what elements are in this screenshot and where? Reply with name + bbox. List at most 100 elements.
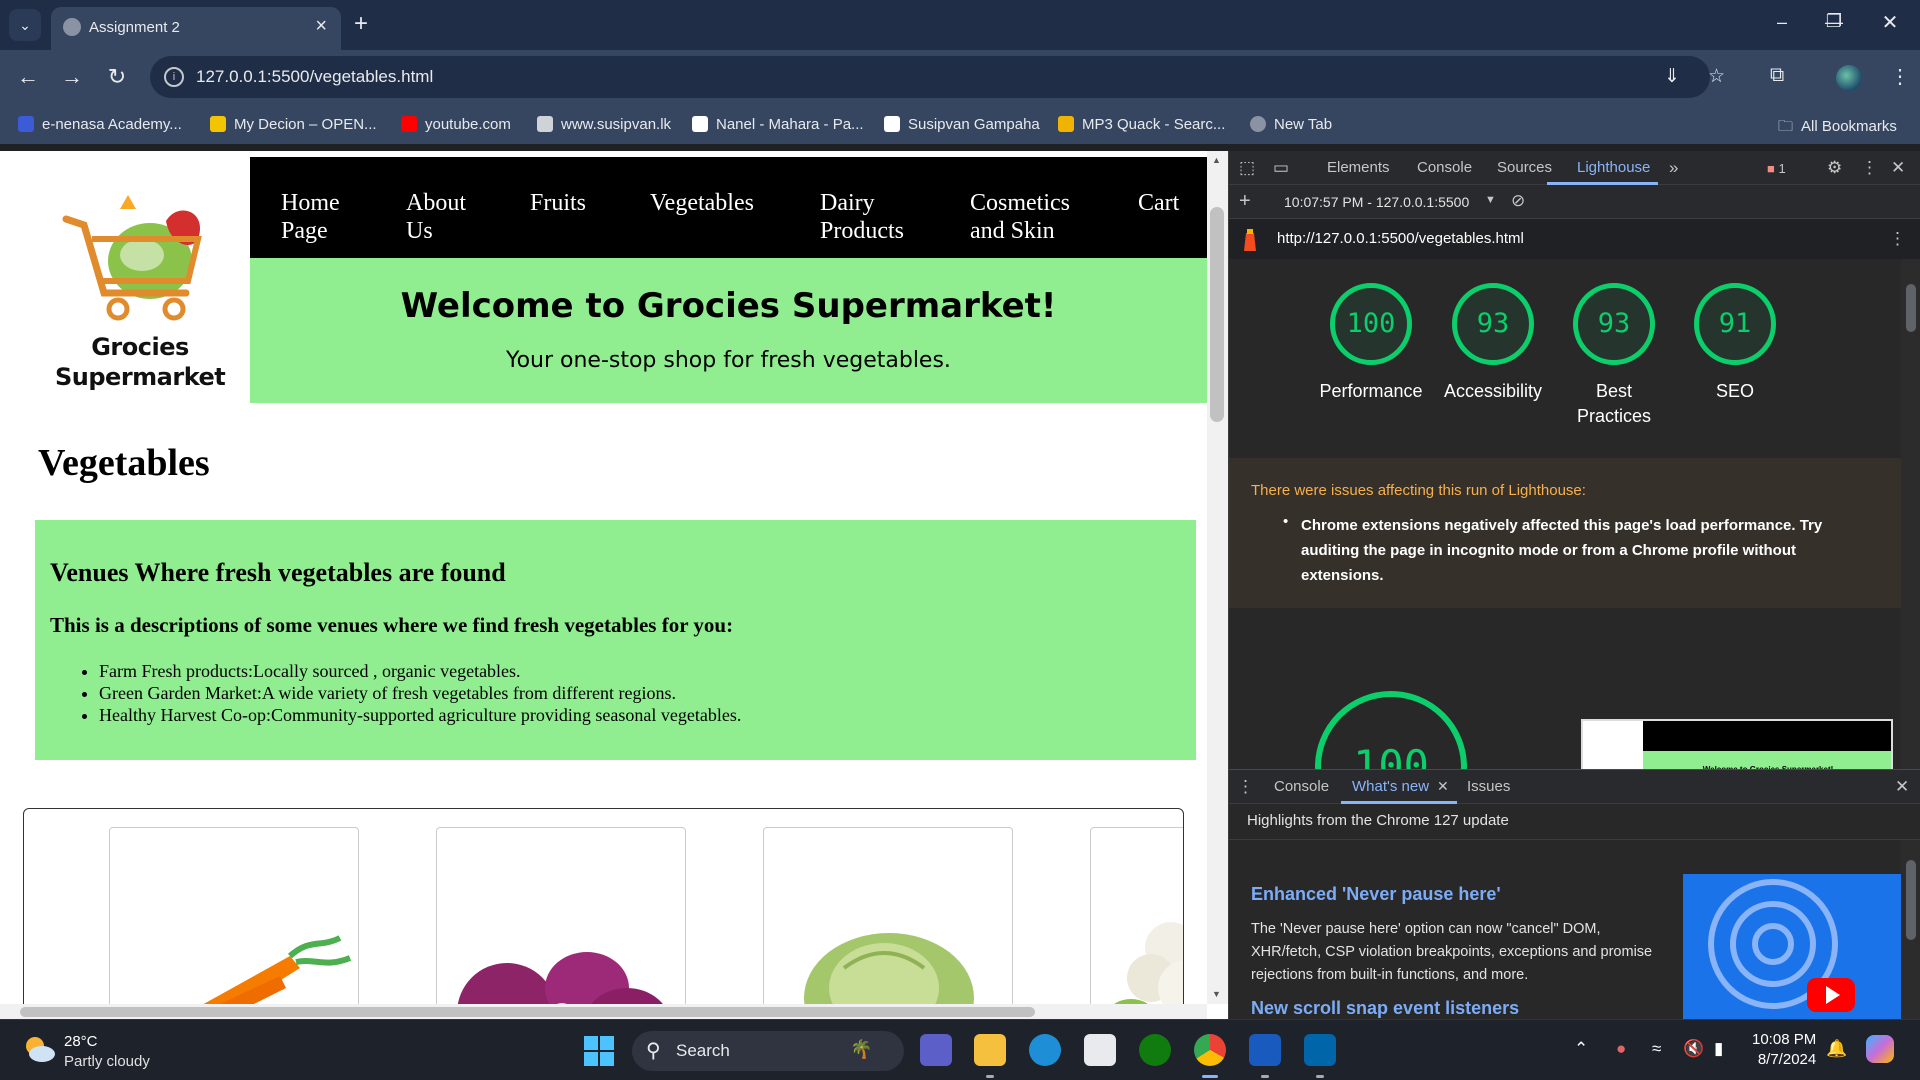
issues-icon[interactable]: ■ 1 — [1767, 161, 1786, 176]
restore-icon[interactable]: ❐ — [1822, 11, 1846, 32]
tab-search-button[interactable]: ⌄ — [9, 9, 41, 41]
report-selector[interactable]: 10:07:57 PM - 127.0.0.1:5500 — [1284, 194, 1469, 210]
word-icon[interactable] — [1249, 1034, 1281, 1066]
browser-tab[interactable]: Assignment 2 × — [51, 7, 341, 50]
tab-console[interactable]: Console — [1417, 159, 1472, 176]
whats-new-heading-1[interactable]: Enhanced 'Never pause here' — [1251, 884, 1501, 905]
site-info-icon[interactable]: i — [164, 67, 184, 87]
minimize-icon[interactable]: – — [1770, 12, 1794, 33]
close-drawer-icon[interactable]: ✕ — [1895, 777, 1909, 797]
scroll-thumb[interactable] — [1906, 860, 1916, 940]
bookmark-item[interactable]: Susipvan Gampaha — [884, 116, 1040, 133]
product-card-onion[interactable] — [436, 827, 686, 1019]
wifi-icon[interactable]: ≈ — [1652, 1039, 1661, 1059]
more-tabs-icon[interactable]: » — [1669, 158, 1678, 178]
forward-icon[interactable]: → — [58, 64, 86, 90]
bookmark-item[interactable]: Nanel - Mahara - Pa... — [692, 116, 864, 133]
whats-new-heading-2[interactable]: New scroll snap event listeners — [1251, 998, 1519, 1019]
address-bar[interactable]: i 127.0.0.1:5500/vegetables.html ⇓ ☆ — [150, 56, 1725, 98]
product-card-cauliflower[interactable] — [1090, 827, 1183, 1019]
settings-gear-icon[interactable]: ⚙ — [1827, 158, 1842, 178]
inspect-element-icon[interactable]: ⬚ — [1239, 158, 1255, 178]
taskbar-search[interactable]: ⚲ Search 🌴 — [632, 1031, 904, 1071]
new-report-icon[interactable]: + — [1239, 190, 1251, 213]
page-horizontal-scrollbar[interactable] — [0, 1004, 1207, 1019]
drawer-tab-console[interactable]: Console — [1274, 778, 1329, 795]
devtools-menu-icon[interactable]: ⋮ — [1861, 158, 1878, 178]
product-card-cabbage[interactable] — [763, 827, 1013, 1019]
score-performance[interactable]: 100 Performance — [1311, 283, 1431, 404]
nav-vegetables[interactable]: Vegetables — [650, 189, 754, 217]
bookmark-item[interactable]: www.susipvan.lk — [537, 116, 671, 133]
security-warning-icon[interactable]: ● — [1616, 1039, 1626, 1059]
bookmark-item[interactable]: youtube.com — [401, 116, 511, 133]
scroll-thumb[interactable] — [1210, 207, 1224, 422]
system-clock[interactable]: 10:08 PM 8/7/2024 — [1752, 1030, 1816, 1070]
score-accessibility[interactable]: 93 Accessibility — [1433, 283, 1553, 404]
edge-icon[interactable] — [1029, 1034, 1061, 1066]
copilot-icon[interactable] — [1866, 1035, 1894, 1063]
all-bookmarks-button[interactable]: 🗀 All Bookmarks — [1778, 116, 1897, 141]
new-tab-button[interactable]: + — [354, 10, 368, 38]
device-toolbar-icon[interactable]: ▭ — [1273, 158, 1289, 178]
close-tab-icon[interactable]: × — [315, 15, 327, 38]
nav-cosmetics[interactable]: Cosmetics and Skin care — [970, 189, 1100, 245]
bookmark-item[interactable]: e-nenasa Academy... — [18, 116, 182, 133]
bookmark-item[interactable]: My Decion – OPEN... — [210, 116, 377, 133]
whats-new-video-thumbnail[interactable] — [1683, 874, 1903, 1019]
file-explorer-icon[interactable] — [974, 1034, 1006, 1066]
windows-start-icon[interactable] — [584, 1036, 614, 1066]
drawer-tab-whats-new[interactable]: What's new — [1352, 778, 1429, 795]
lighthouse-scrollbar[interactable] — [1901, 259, 1920, 769]
nav-dairy-products[interactable]: Dairy Products — [820, 189, 920, 245]
globe-icon — [63, 18, 81, 36]
report-menu-icon[interactable]: ⋮ — [1889, 229, 1906, 249]
nav-about-us[interactable]: About Us — [406, 189, 486, 245]
extensions-icon[interactable]: ⧉ — [1770, 64, 1784, 87]
back-icon[interactable]: ← — [14, 64, 42, 90]
nav-fruits[interactable]: Fruits — [530, 189, 586, 217]
tab-lighthouse[interactable]: Lighthouse — [1577, 159, 1650, 176]
microsoft-store-icon[interactable] — [1084, 1034, 1116, 1066]
dropdown-caret-icon[interactable]: ▼ — [1485, 194, 1496, 206]
scroll-thumb[interactable] — [1906, 284, 1916, 332]
app-copilot-icon[interactable] — [920, 1034, 952, 1066]
product-gallery — [23, 808, 1184, 1019]
drawer-menu-icon[interactable]: ⋮ — [1237, 777, 1254, 797]
product-card-carrot[interactable] — [109, 827, 359, 1019]
address-url[interactable]: 127.0.0.1:5500/vegetables.html — [196, 67, 433, 87]
nav-home-page[interactable]: Home Page — [281, 189, 361, 245]
drawer-scrollbar[interactable] — [1901, 840, 1920, 1019]
install-app-icon[interactable]: ⇓ — [1664, 65, 1680, 88]
vscode-icon[interactable] — [1304, 1034, 1336, 1066]
chrome-menu-icon[interactable]: ⋮ — [1890, 64, 1910, 89]
search-icon: ⚲ — [646, 1040, 661, 1062]
score-seo[interactable]: 91 SEO — [1675, 283, 1795, 404]
scroll-thumb[interactable] — [20, 1007, 1035, 1017]
bookmark-item[interactable]: New Tab — [1250, 116, 1332, 133]
chrome-icon[interactable] — [1194, 1034, 1226, 1066]
profile-avatar[interactable] — [1836, 65, 1862, 91]
close-window-icon[interactable]: ✕ — [1878, 10, 1902, 35]
hero-subtitle: Your one-stop shop for fresh vegetables. — [506, 348, 951, 373]
battery-icon[interactable]: ▮ — [1714, 1039, 1723, 1059]
page-vertical-scrollbar[interactable]: ▲ ▼ — [1207, 151, 1228, 1004]
close-tab-icon[interactable]: ✕ — [1437, 778, 1449, 795]
close-devtools-icon[interactable]: ✕ — [1891, 158, 1905, 178]
reload-icon[interactable]: ↻ — [103, 64, 131, 90]
drawer-tab-issues[interactable]: Issues — [1467, 778, 1510, 795]
tab-sources[interactable]: Sources — [1497, 159, 1552, 176]
volume-muted-icon[interactable]: 🔇 — [1683, 1039, 1704, 1059]
scroll-up-icon[interactable]: ▲ — [1212, 155, 1221, 165]
score-best-practices[interactable]: 93 Best Practices — [1554, 283, 1674, 429]
clear-reports-icon[interactable]: ⊘ — [1511, 191, 1525, 211]
bookmark-star-icon[interactable]: ☆ — [1708, 65, 1725, 88]
xbox-icon[interactable] — [1139, 1034, 1171, 1066]
report-url[interactable]: http://127.0.0.1:5500/vegetables.html — [1277, 230, 1524, 247]
tab-elements[interactable]: Elements — [1327, 159, 1390, 176]
scroll-down-icon[interactable]: ▼ — [1212, 989, 1221, 999]
show-hidden-icons[interactable]: ⌃ — [1574, 1039, 1588, 1059]
notifications-bell-icon[interactable]: 🔔 — [1826, 1039, 1847, 1059]
nav-cart[interactable]: Cart — [1138, 189, 1179, 217]
bookmark-item[interactable]: MP3 Quack - Searc... — [1058, 116, 1225, 133]
